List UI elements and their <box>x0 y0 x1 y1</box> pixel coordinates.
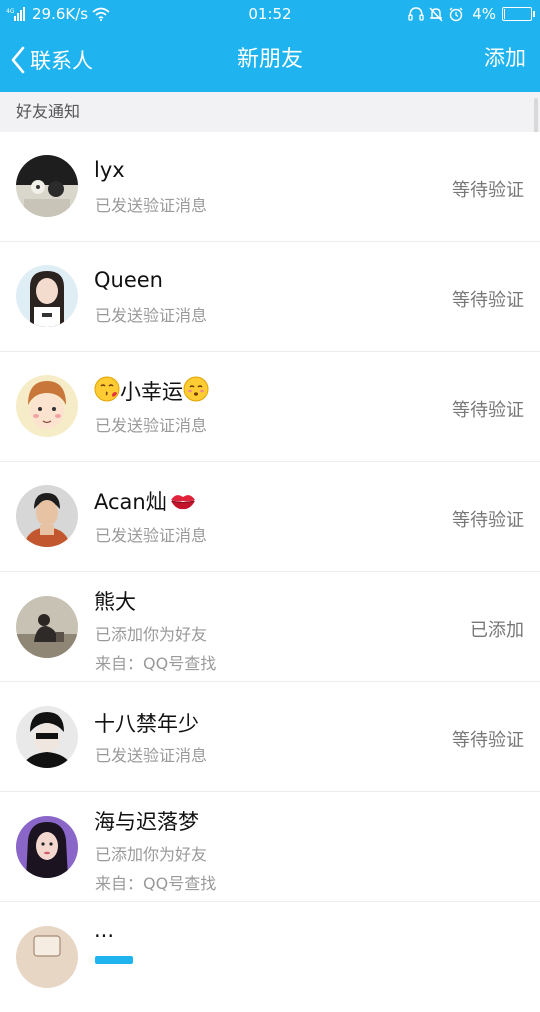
headset-icon <box>408 7 424 21</box>
status-label: 已添加 <box>470 620 524 641</box>
avatar[interactable] <box>16 926 78 988</box>
avatar[interactable] <box>16 155 78 217</box>
list-item[interactable]: Acan灿 已发送验证消息 等待验证 <box>0 462 540 572</box>
kissing-face-emoji-icon <box>183 376 209 407</box>
add-button[interactable]: 添加 <box>484 28 526 92</box>
contact-name: Queen <box>94 268 163 292</box>
contact-name: 小幸运 <box>94 376 209 407</box>
status-label: 等待验证 <box>452 400 524 421</box>
list-item[interactable]: 十八禁年少 已发送验证消息 等待验证 <box>0 682 540 792</box>
list-item[interactable]: 熊大 已添加你为好友 来自：QQ号查找 已添加 <box>0 572 540 682</box>
contact-name-text: Acan灿 <box>94 490 167 514</box>
request-source: 来自：QQ号查找 <box>95 874 217 893</box>
avatar[interactable] <box>16 596 78 658</box>
status-label: 等待验证 <box>452 510 524 531</box>
avatar[interactable] <box>16 265 78 327</box>
contact-name: ... <box>94 918 115 942</box>
list-item[interactable]: ... <box>0 902 540 1012</box>
request-message: 已发送验证消息 <box>95 306 208 325</box>
avatar[interactable] <box>16 706 78 768</box>
source-tag <box>95 956 133 964</box>
request-message: 已发送验证消息 <box>95 416 208 435</box>
status-bar: 4G 29.6K/s 01:52 4% <box>0 0 540 28</box>
page-title: 新朋友 <box>236 47 303 72</box>
contact-name: 十八禁年少 <box>94 712 199 736</box>
request-message: 已发送验证消息 <box>95 196 208 215</box>
alarm-icon <box>448 7 464 22</box>
status-label: 等待验证 <box>452 730 524 751</box>
mute-bell-icon <box>428 7 444 22</box>
list-item[interactable]: lyx 已发送验证消息 等待验证 <box>0 132 540 242</box>
status-label: 等待验证 <box>452 290 524 311</box>
contact-name: 熊大 <box>94 590 136 614</box>
request-message: 已发送验证消息 <box>95 746 208 765</box>
status-label: 等待验证 <box>452 180 524 201</box>
contact-name: 海与迟落梦 <box>94 810 199 834</box>
contact-name: lyx <box>94 158 125 182</box>
list-item[interactable]: Queen 已发送验证消息 等待验证 <box>0 242 540 352</box>
avatar[interactable] <box>16 375 78 437</box>
battery-percent: 4% <box>472 5 496 23</box>
friend-request-list: lyx 已发送验证消息 等待验证 Queen 已发送验证消息 等待验证 小幸运 … <box>0 132 540 1012</box>
list-item[interactable]: 小幸运 已发送验证消息 等待验证 <box>0 352 540 462</box>
nav-bar: 联系人 新朋友 添加 <box>0 28 540 92</box>
avatar[interactable] <box>16 485 78 547</box>
contact-name-text: 小幸运 <box>120 380 183 404</box>
contact-name: Acan灿 <box>94 486 197 517</box>
request-message: 已发送验证消息 <box>95 526 208 545</box>
request-message: 已添加你为好友 <box>95 625 208 644</box>
avatar[interactable] <box>16 816 78 878</box>
request-message: 已添加你为好友 <box>95 845 208 864</box>
kiss-mark-emoji-icon <box>169 490 197 517</box>
list-item[interactable]: 海与迟落梦 已添加你为好友 来自：QQ号查找 <box>0 792 540 902</box>
battery-icon <box>502 7 535 21</box>
kissing-face-emoji-icon <box>94 376 120 407</box>
request-source: 来自：QQ号查找 <box>95 654 217 673</box>
section-header-friend-notifications: 好友通知 <box>0 92 540 132</box>
